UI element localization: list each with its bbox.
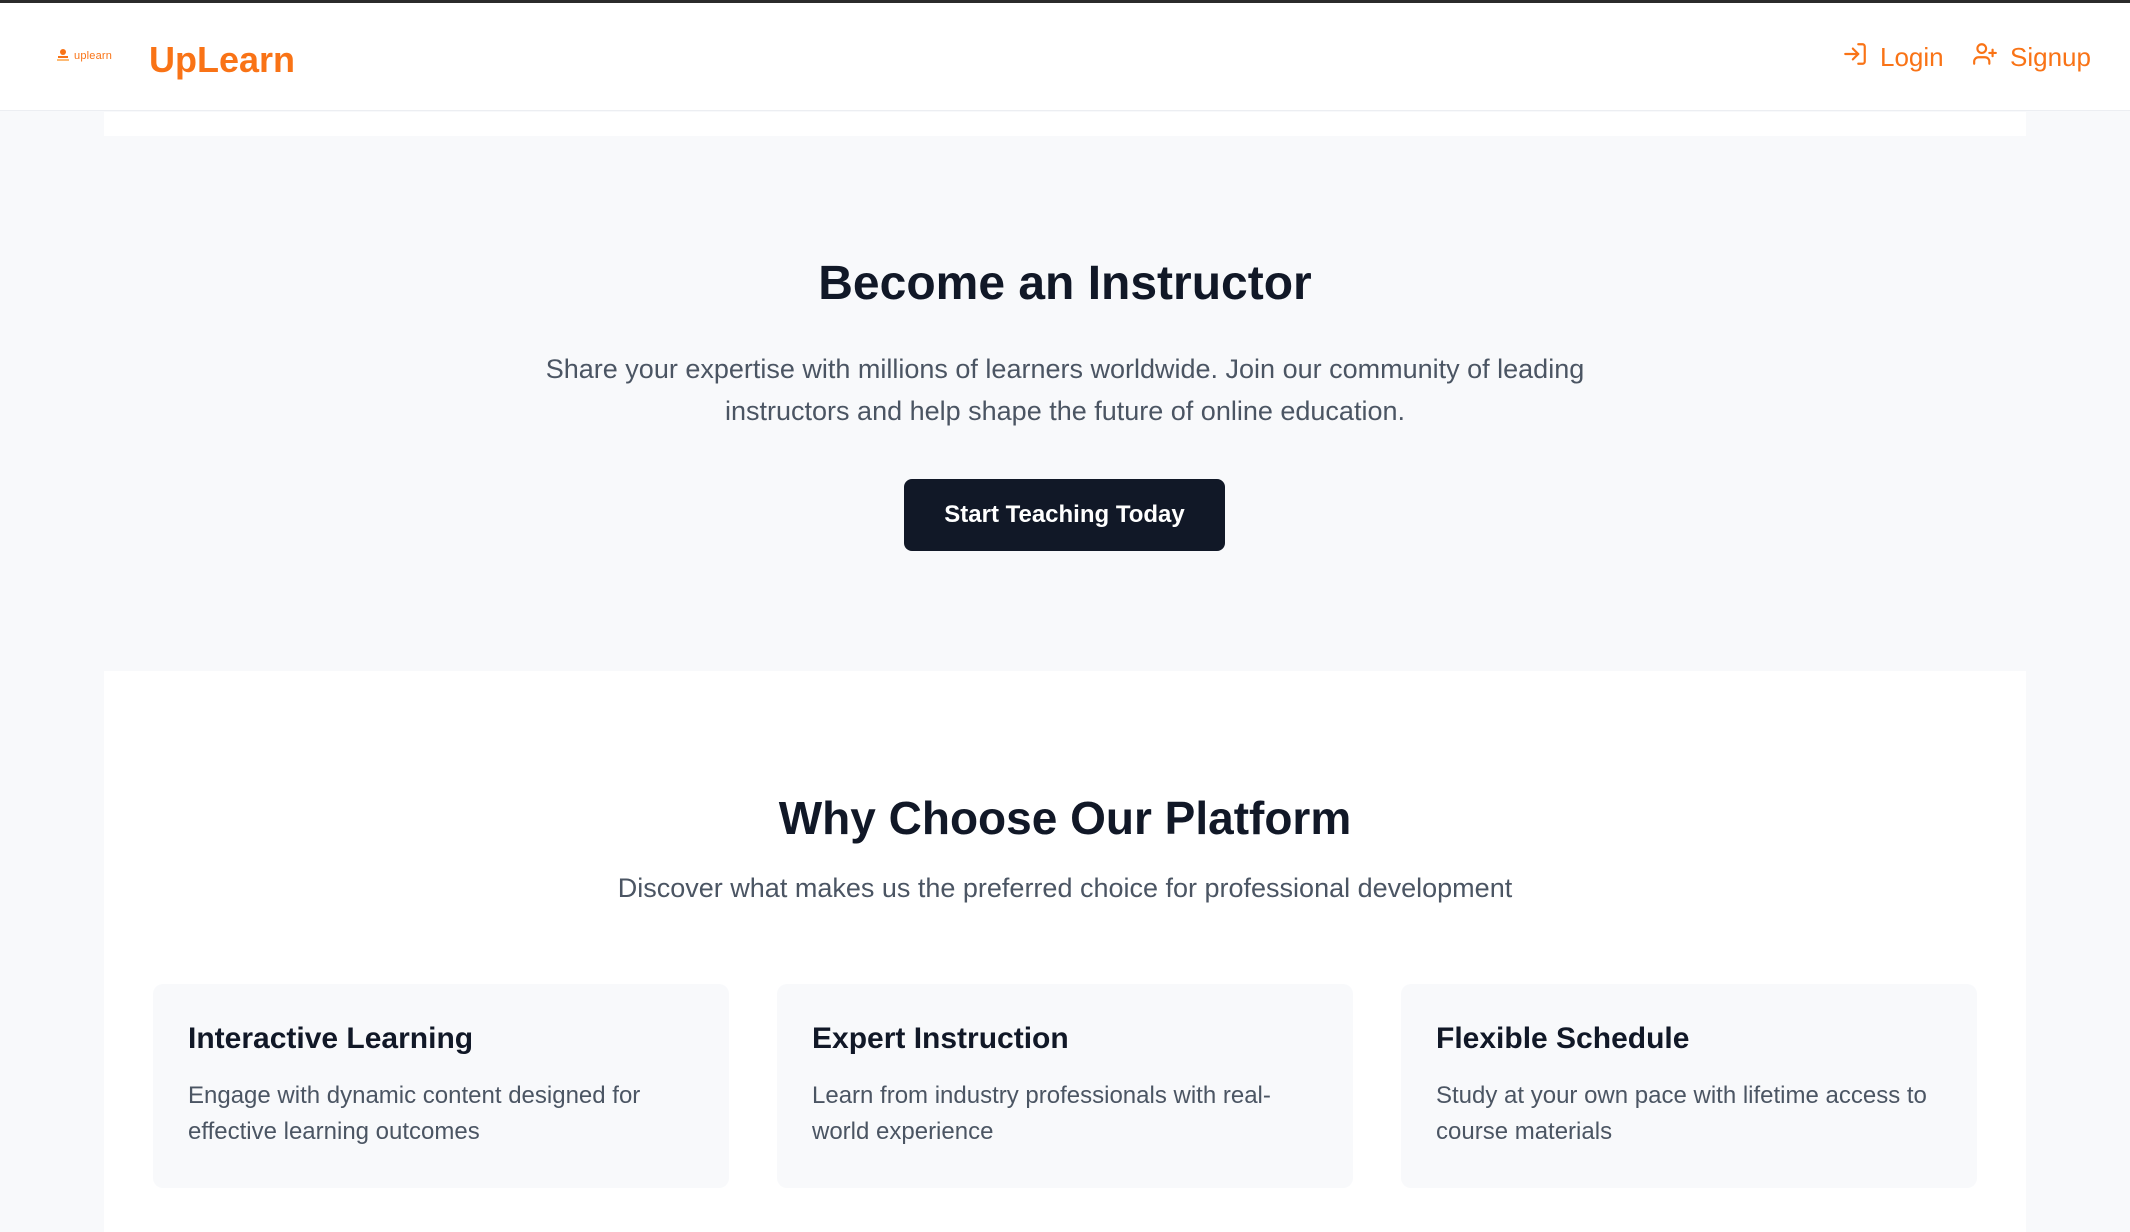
features-title: Why Choose Our Platform bbox=[778, 792, 1352, 844]
feature-card-expert-instruction: Expert Instruction Learn from industry p… bbox=[777, 984, 1353, 1188]
logo-text: uplearn bbox=[74, 50, 113, 62]
feature-card-title: Flexible Schedule bbox=[1436, 1022, 1690, 1055]
signup-label: Signup bbox=[2010, 42, 2091, 72]
logo[interactable]: uplearn bbox=[56, 47, 112, 65]
brand-name[interactable]: UpLearn bbox=[149, 39, 295, 81]
feature-card-description: Engage with dynamic content designed for… bbox=[188, 1082, 641, 1145]
instructor-subtitle: Share your expertise with millions of le… bbox=[545, 354, 1585, 426]
feature-card-interactive-learning: Interactive Learning Engage with dynamic… bbox=[153, 984, 729, 1188]
feature-card-description: Learn from industry professionals with r… bbox=[812, 1082, 1271, 1145]
navbar: uplearn UpLearn Login Signup bbox=[0, 3, 2130, 111]
features-section: Why Choose Our Platform Discover what ma… bbox=[104, 671, 2026, 1232]
login-label: Login bbox=[1880, 42, 1944, 72]
feature-card-description: Study at your own pace with lifetime acc… bbox=[1436, 1082, 1927, 1145]
feature-card-title: Interactive Learning bbox=[188, 1022, 474, 1055]
previous-section-edge bbox=[104, 112, 2026, 136]
features-subtitle: Discover what makes us the preferred cho… bbox=[617, 873, 1513, 903]
login-icon bbox=[1842, 41, 1868, 74]
signup-link[interactable]: Signup bbox=[1972, 41, 2091, 74]
start-teaching-button[interactable]: Start Teaching Today bbox=[904, 479, 1225, 551]
feature-card-flexible-schedule: Flexible Schedule Study at your own pace… bbox=[1401, 984, 1977, 1188]
instructor-title: Become an Instructor bbox=[818, 257, 1312, 310]
logo-icon bbox=[56, 47, 70, 65]
feature-card-title: Expert Instruction bbox=[812, 1022, 1069, 1055]
login-link[interactable]: Login bbox=[1842, 41, 1944, 74]
user-plus-icon bbox=[1972, 41, 1998, 74]
